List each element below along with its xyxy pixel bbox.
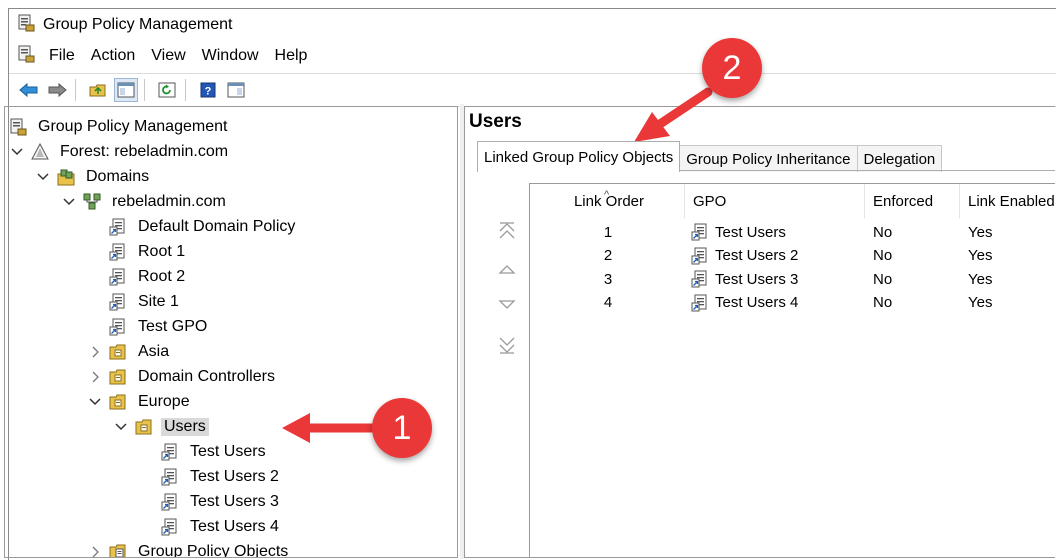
callout-2: 2: [702, 38, 762, 98]
arrow-1: [282, 413, 377, 443]
callout-1: 1: [372, 398, 432, 458]
annotation-arrows: [282, 87, 713, 443]
tab-linked-gpos[interactable]: Linked Group Policy Objects: [477, 141, 681, 172]
arrow-2: [634, 87, 713, 142]
